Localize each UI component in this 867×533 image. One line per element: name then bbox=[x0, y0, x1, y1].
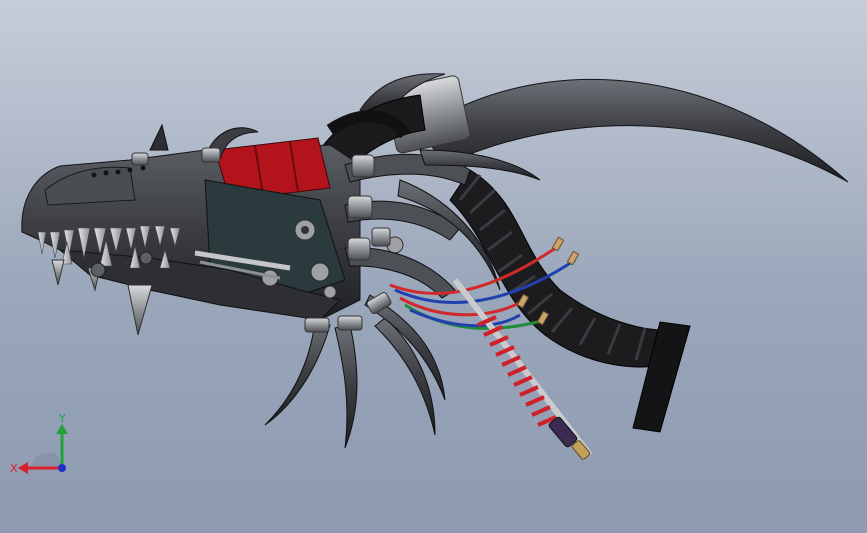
chin-spike-1 bbox=[127, 284, 153, 336]
coordinate-triad: Y X bbox=[10, 412, 68, 475]
y-axis-label: Y bbox=[58, 412, 66, 425]
x-axis-label: X bbox=[10, 462, 18, 475]
head-top-clamp-2 bbox=[131, 152, 149, 166]
z-axis-dot bbox=[58, 464, 66, 472]
x-axis-arrow bbox=[18, 462, 28, 474]
dragon-head-3d-model[interactable] bbox=[0, 0, 867, 533]
chin-spike-3 bbox=[51, 259, 65, 286]
y-axis-arrow bbox=[56, 424, 68, 434]
triad-plane-shade bbox=[32, 452, 62, 466]
cad-viewport[interactable]: Y X bbox=[0, 0, 867, 533]
head-top-clamp bbox=[201, 147, 221, 163]
damper-tip bbox=[571, 440, 591, 460]
lower-claw-1 bbox=[264, 321, 331, 426]
head-top-spike bbox=[149, 123, 169, 151]
lower-claw-2 bbox=[334, 324, 358, 449]
